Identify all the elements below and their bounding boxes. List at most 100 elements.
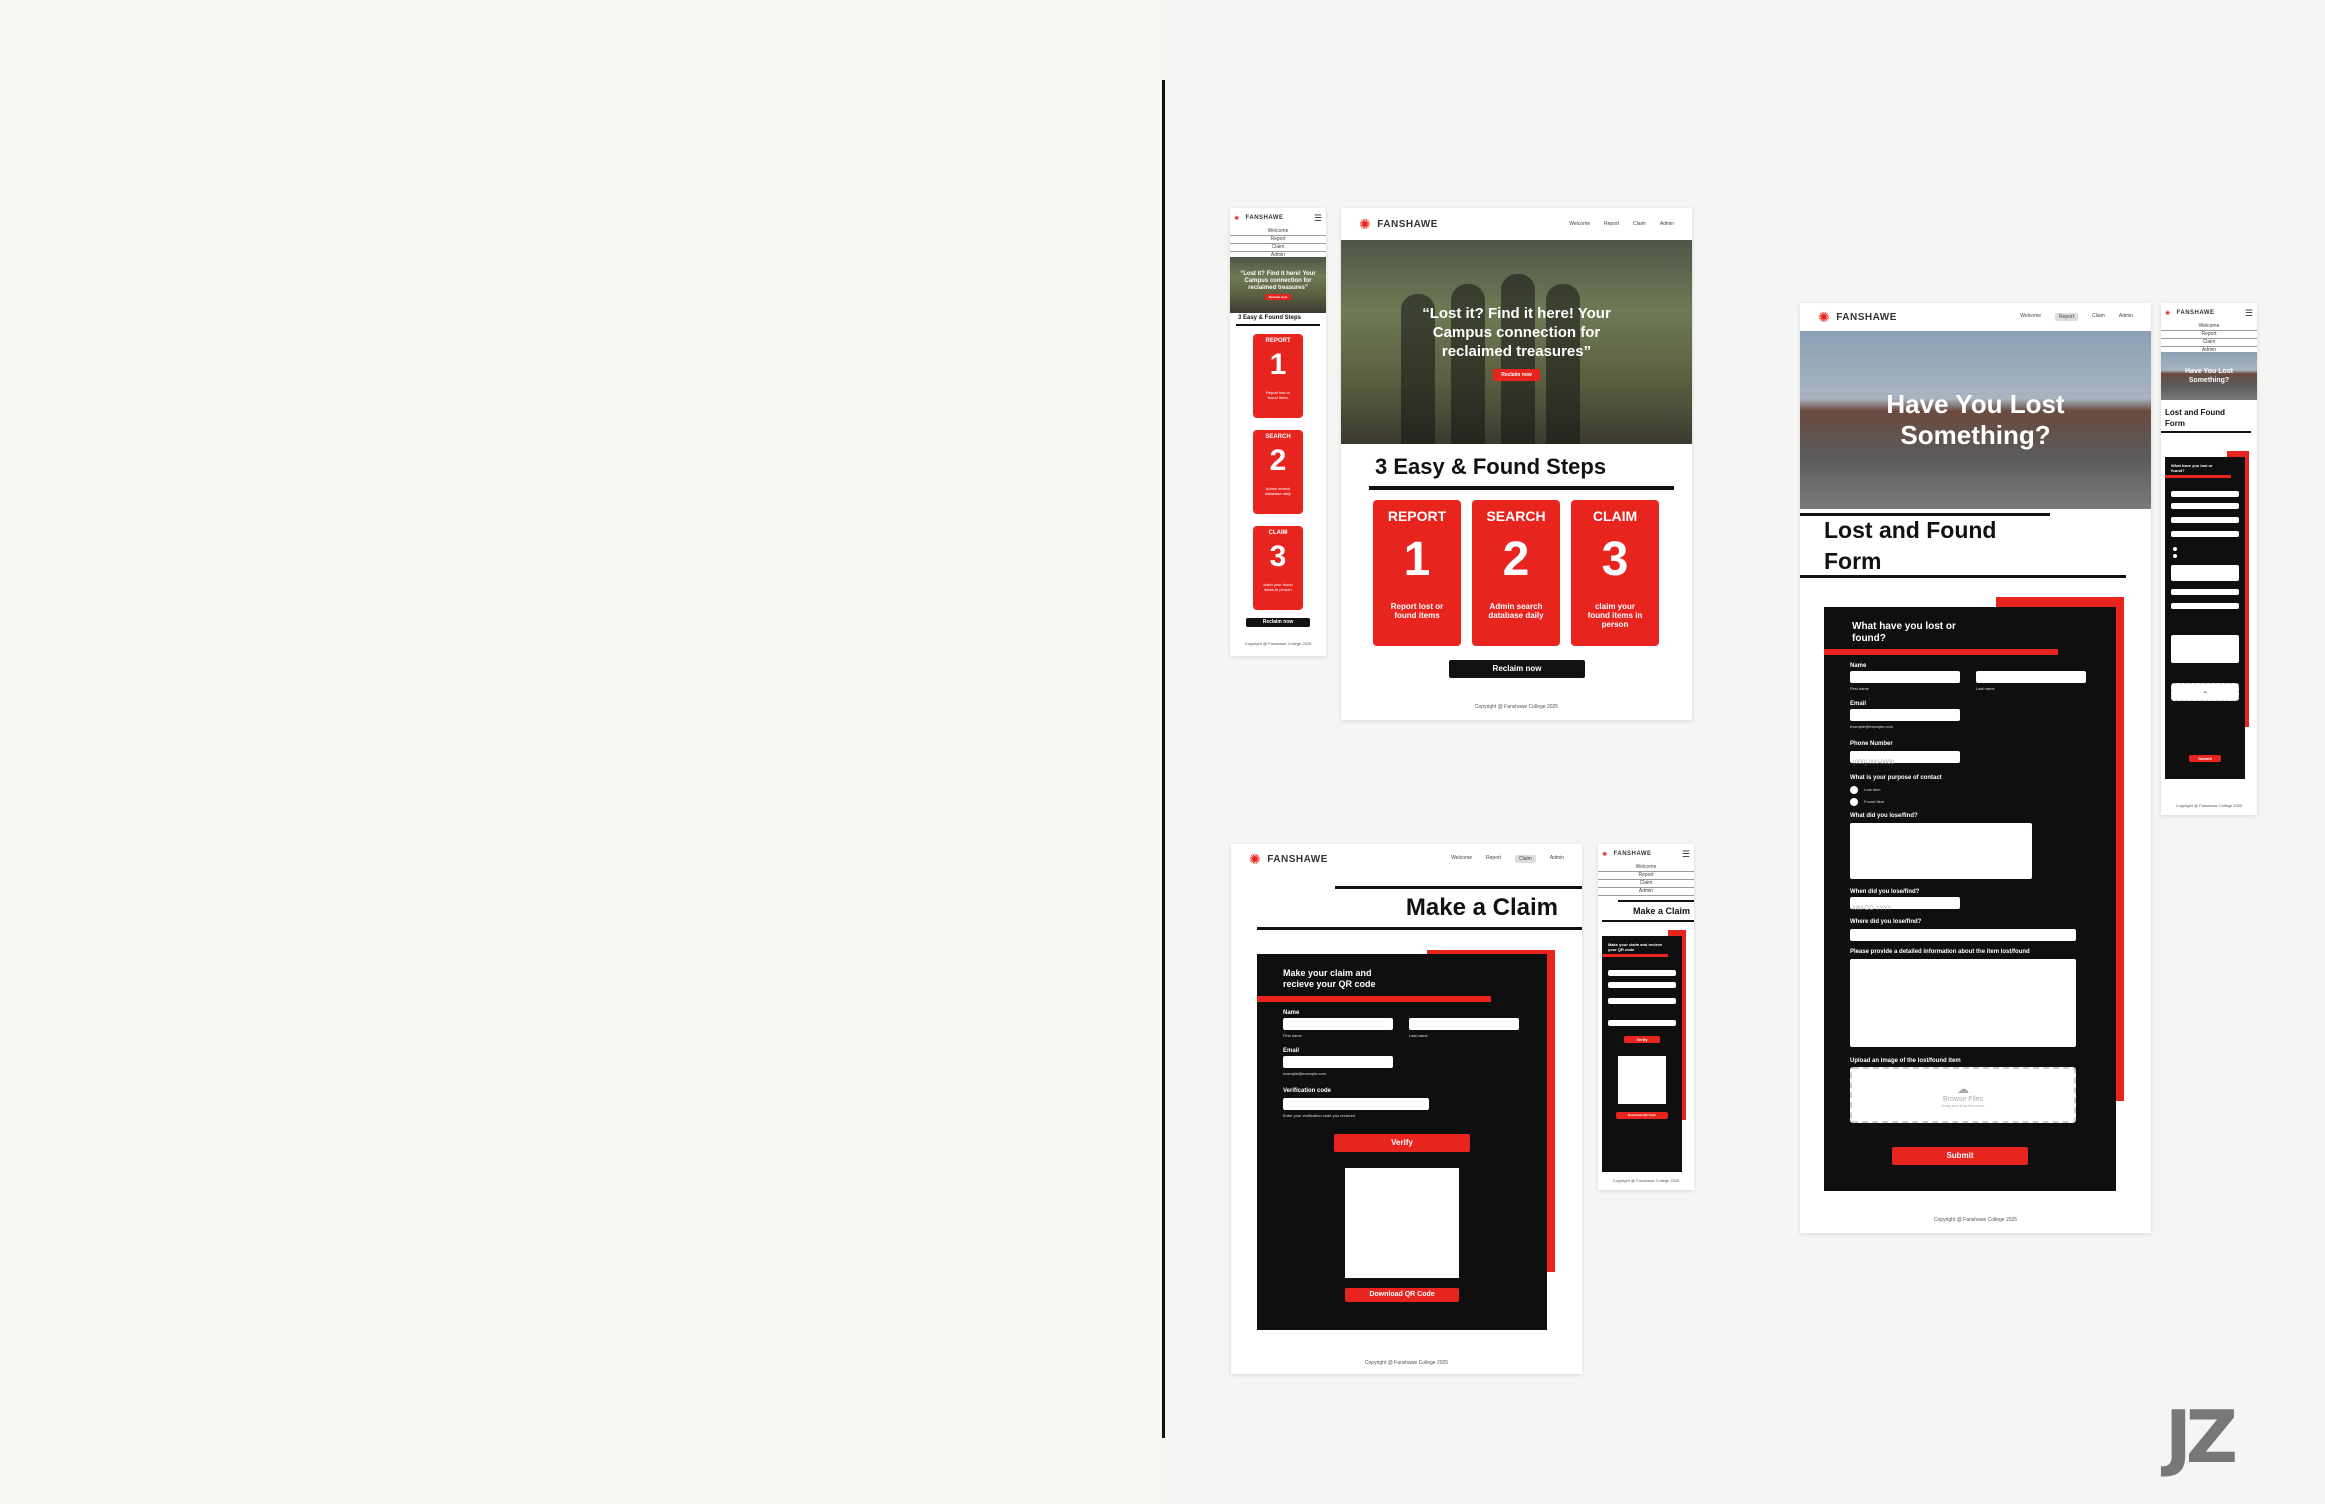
title-underline <box>1257 927 1582 930</box>
browse-files-link[interactable]: Browse Files <box>1943 1096 1983 1103</box>
last-name-hint: Last name <box>1976 686 1995 691</box>
reclaim-now-hero-button[interactable]: Reclaim now <box>1493 368 1540 381</box>
drag-drop-hint: Drag and drop files here <box>1941 1103 1985 1108</box>
heading-red-bar <box>1602 954 1668 957</box>
upload-dropzone[interactable]: ☁ Browse Files Drag and drop files here <box>1850 1067 2076 1123</box>
verification-code-input[interactable] <box>1283 1098 1429 1110</box>
nav-report[interactable]: Report <box>1604 221 1619 227</box>
footer-copyright: Copyright @ Fanshawe College 2025 <box>1244 641 1312 646</box>
brand-name: FANSHAWE <box>1267 853 1328 865</box>
email-input[interactable] <box>1283 1056 1393 1068</box>
nav-claim[interactable]: Claim <box>2161 339 2257 347</box>
first-name-input[interactable] <box>1283 1018 1393 1030</box>
phone-input[interactable] <box>2171 531 2239 537</box>
phone-input[interactable]: (000) 000-0000 <box>1850 751 1960 766</box>
first-name-input[interactable] <box>1608 970 1676 976</box>
nav-welcome[interactable]: Welcome <box>1569 221 1590 227</box>
last-name-input[interactable] <box>1976 671 2086 683</box>
nav-claim[interactable]: Claim <box>1230 244 1326 252</box>
nav-report[interactable]: Report <box>1230 236 1326 244</box>
fanshawe-gear-icon: ✺ <box>1249 850 1262 867</box>
nav-claim[interactable]: Claim <box>1515 855 1536 863</box>
what-textarea[interactable] <box>2171 565 2239 581</box>
report-form-card: What have you lost or found? ☁ Submit <box>2165 457 2245 779</box>
where-input[interactable] <box>2171 603 2239 609</box>
nav-report[interactable]: Report <box>1486 855 1501 863</box>
nav-admin[interactable]: Admin <box>1550 855 1564 863</box>
step-card-report: REPORT 1 Report lost or found items <box>1373 500 1461 646</box>
radio-lost-item[interactable] <box>1850 786 1858 794</box>
reclaim-now-button[interactable]: Reclaim now <box>1246 618 1310 627</box>
email-input[interactable] <box>1608 998 1676 1004</box>
divider-line <box>1162 80 1165 1438</box>
download-qr-button[interactable]: Download QR Code <box>1616 1112 1668 1119</box>
last-name-input[interactable] <box>2171 503 2239 509</box>
step-desc: Report lost or found items <box>1390 602 1444 620</box>
last-name-input[interactable] <box>1608 982 1676 988</box>
reclaim-now-hero-button[interactable]: Reclaim now <box>1264 293 1292 300</box>
nav-report[interactable]: Report <box>2055 313 2079 321</box>
nav-report[interactable]: Report <box>2161 331 2257 339</box>
upload-dropzone[interactable]: ☁ <box>2171 683 2239 701</box>
verify-button[interactable]: Verify <box>1334 1134 1470 1152</box>
hero-title: Have You Lost Something? <box>1886 389 2065 450</box>
what-textarea[interactable] <box>1850 823 2032 879</box>
verification-code-input[interactable] <box>1608 1020 1676 1026</box>
step-card-claim: CLAIM 3 claim your found items in person <box>1571 500 1659 646</box>
footer-copyright: Copyright @ Fanshawe College 2025 <box>1933 1217 2018 1223</box>
nav-claim[interactable]: Claim <box>1633 221 1646 227</box>
email-input[interactable] <box>1850 709 1960 721</box>
verify-button[interactable]: Verify <box>1624 1036 1660 1043</box>
step-card-search: SEARCH 2 Admin search database daily <box>1253 430 1303 514</box>
brand-logo[interactable]: ✺ FANSHAWE <box>1234 215 1284 222</box>
nav-claim[interactable]: Claim <box>2092 313 2105 321</box>
nav-admin[interactable]: Admin <box>1660 221 1674 227</box>
download-qr-button[interactable]: Download QR Code <box>1345 1288 1459 1302</box>
email-input[interactable] <box>2171 517 2239 523</box>
when-date-input[interactable] <box>2171 589 2239 595</box>
hamburger-menu-icon[interactable]: ☰ <box>1314 213 1322 224</box>
home-mobile-frame: ✺ FANSHAWE ☰ Welcome Report Claim Admin “… <box>1230 208 1326 656</box>
details-textarea[interactable] <box>1850 959 2076 1047</box>
title-underline <box>1602 920 1694 922</box>
brand-logo[interactable]: ✺ FANSHAWE <box>2165 310 2215 317</box>
email-hint: example@example.com <box>1283 1071 1326 1076</box>
brand-logo[interactable]: ✺ FANSHAWE <box>1359 216 1438 233</box>
nav-welcome[interactable]: Welcome <box>2020 313 2041 321</box>
cloud-upload-icon: ☁ <box>1957 1082 1969 1096</box>
nav-welcome[interactable]: Welcome <box>1451 855 1472 863</box>
nav-admin[interactable]: Admin <box>2119 313 2133 321</box>
radio-found-item[interactable] <box>1850 798 1858 806</box>
first-name-hint: First name <box>1283 1033 1302 1038</box>
submit-button[interactable]: Submit <box>1892 1147 2028 1165</box>
steps-title: 3 Easy & Found Steps <box>1375 454 1607 479</box>
nav-report[interactable]: Report <box>1598 872 1694 880</box>
fanshawe-gear-icon: ✺ <box>1234 215 1240 222</box>
brand-logo[interactable]: ✺ FANSHAWE <box>1602 851 1652 858</box>
nav-welcome[interactable]: Welcome <box>1598 864 1694 872</box>
first-name-input[interactable] <box>2171 491 2239 497</box>
nav-admin[interactable]: Admin <box>1598 888 1694 896</box>
where-input[interactable] <box>1850 929 2076 941</box>
nav-welcome[interactable]: Welcome <box>2161 323 2257 331</box>
step-number: 3 <box>1601 533 1629 586</box>
name-label: Name <box>1283 1010 1300 1016</box>
hamburger-menu-icon[interactable]: ☰ <box>1682 849 1690 860</box>
nav-welcome[interactable]: Welcome <box>1230 228 1326 236</box>
when-date-input[interactable]: MM-DD-YYYY <box>1850 897 1960 912</box>
nav-claim[interactable]: Claim <box>1598 880 1694 888</box>
submit-button[interactable]: Submit <box>2189 755 2221 762</box>
qr-code-area <box>1345 1168 1459 1278</box>
first-name-input[interactable] <box>1850 671 1960 683</box>
radio-lost-item[interactable] <box>2173 547 2177 551</box>
last-name-input[interactable] <box>1409 1018 1519 1030</box>
brand-logo[interactable]: ✺ FANSHAWE <box>1818 309 1897 326</box>
code-label: Verification code <box>1283 1088 1332 1094</box>
hamburger-menu-icon[interactable]: ☰ <box>2245 308 2253 319</box>
reclaim-now-button[interactable]: Reclaim now <box>1449 660 1585 678</box>
details-textarea[interactable] <box>2171 635 2239 663</box>
brand-logo[interactable]: ✺ FANSHAWE <box>1249 851 1328 868</box>
step-desc: Report lost or found items <box>1265 390 1290 400</box>
step-label: SEARCH <box>1265 434 1291 440</box>
radio-found-item[interactable] <box>2173 554 2177 558</box>
